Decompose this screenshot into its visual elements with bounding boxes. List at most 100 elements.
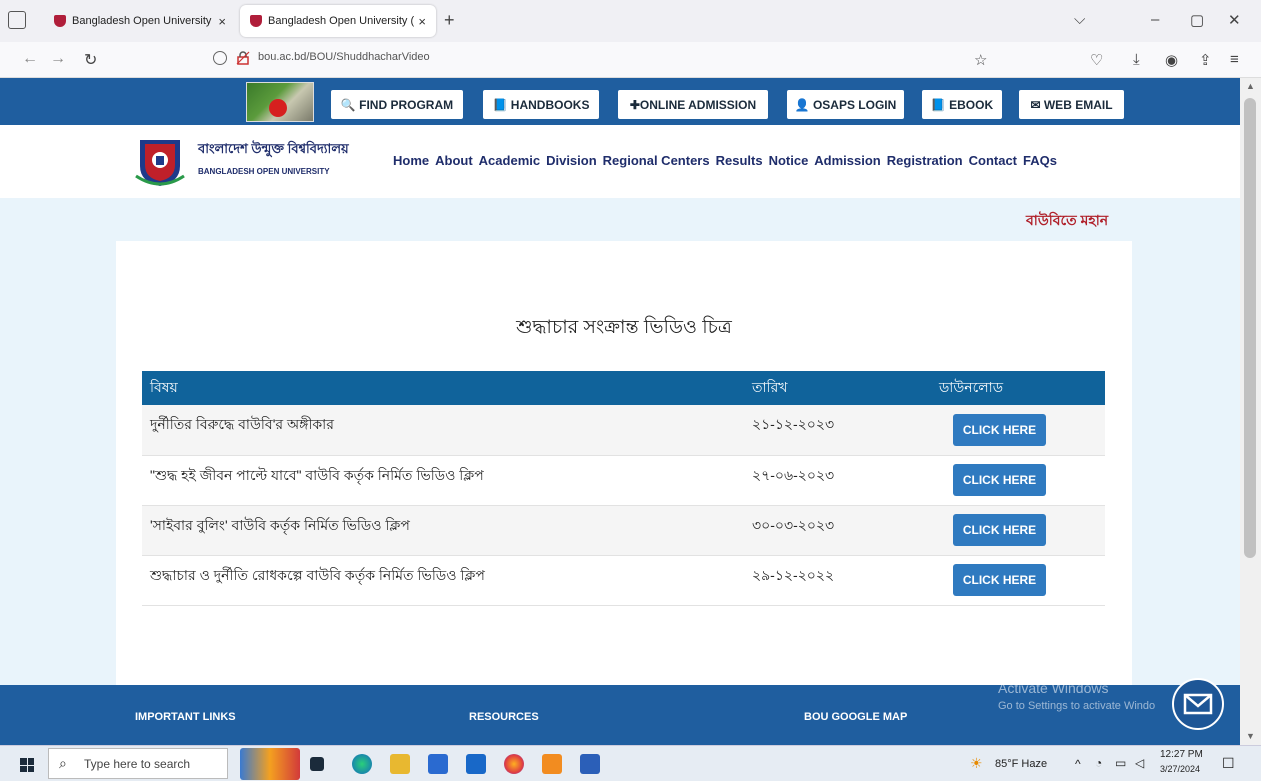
close-tab-icon[interactable]: × [218,14,226,29]
minimize-icon[interactable]: – [1151,11,1159,28]
ebook-button[interactable]: 📘 EBOOK [922,90,1002,119]
system-tray-chevron-icon[interactable]: ^ [1075,757,1081,771]
page-title: শুদ্ধাচার সংক্রান্ত ভিডিও চিত্র [516,317,732,338]
file-explorer-icon[interactable] [390,754,410,774]
new-tab-button[interactable]: + [444,10,455,31]
scroll-up-icon[interactable]: ▲ [1246,81,1255,91]
header-date: তারিখ [752,379,788,395]
find-program-button[interactable]: 🔍 FIND PROGRAM [331,90,463,119]
footer-google-map[interactable]: BOU GOOGLE MAP [804,711,907,723]
nav-notice[interactable]: Notice [769,153,809,168]
nav-registration[interactable]: Registration [887,153,963,168]
online-admission-button[interactable]: ✚ONLINE ADMISSION [618,90,768,119]
nav-division[interactable]: Division [546,153,597,168]
browser-tab-active[interactable]: Bangladesh Open University (B × [240,5,436,37]
tracking-shield-icon[interactable] [213,51,227,65]
notifications-icon[interactable]: ☐ [1222,755,1235,772]
click-here-button[interactable]: CLICK HERE [953,464,1046,496]
forward-icon[interactable]: → [50,50,66,68]
browser-tab-bar: Bangladesh Open University (B × Banglade… [0,0,1261,42]
mujib-borsho-logo [246,82,314,122]
nav-home[interactable]: Home [393,153,429,168]
site-top-bar: 🔍 FIND PROGRAM 📘 HANDBOOKS ✚ONLINE ADMIS… [0,78,1240,125]
row-date: ২১-১২-২০২৩ [752,416,835,432]
pocket-icon[interactable]: ♡ [1090,51,1103,69]
bou-logo-icon[interactable] [134,136,186,188]
taskbar-search-placeholder: Type here to search [84,757,191,771]
news-widget-icon[interactable] [240,748,300,780]
table-row: 'সাইবার বুলিং' বাউবি কর্তৃক নির্মিত ভিডি… [142,505,1105,555]
nav-results[interactable]: Results [716,153,763,168]
download-icon[interactable]: ⤓ [1133,51,1140,68]
row-subject: দুর্নীতির বিরুদ্ধে বাউবি'র অঙ্গীকার [150,416,334,432]
table-row: শুদ্ধাচার ও দুর্নীতি রোধকল্পে বাউবি কর্ত… [142,555,1105,605]
app-icon[interactable] [542,754,562,774]
task-view-icon[interactable] [310,757,324,771]
row-date: ২৯-১২-২০২২ [752,566,835,583]
click-here-button[interactable]: CLICK HERE [953,564,1046,596]
site-header: বাংলাদেশ উন্মুক্ত বিশ্ববিদ্যালয় BANGLAD… [0,125,1240,198]
table-header-row: বিষয় তারিখ ডাউনলোড [142,371,1105,405]
extensions-icon[interactable]: ⇪ [1199,51,1212,69]
scroll-down-icon[interactable]: ▼ [1246,731,1255,741]
account-icon[interactable]: ◉ [1165,51,1178,69]
taskbar-search-box[interactable]: ⌕ Type here to search [48,748,228,779]
scrollbar-thumb[interactable] [1244,98,1256,558]
back-icon[interactable]: ← [22,50,38,68]
store-icon[interactable] [428,754,448,774]
row-date: ২৭-০৬-২০২৩ [752,466,835,483]
menu-icon[interactable]: ≡ [1230,51,1239,68]
close-tab-icon[interactable]: × [418,14,426,29]
handbooks-button[interactable]: 📘 HANDBOOKS [483,90,599,119]
osaps-login-button[interactable]: 👤 OSAPS LOGIN [787,90,904,119]
word-icon[interactable] [580,754,600,774]
video-table: বিষয় তারিখ ডাউনলোড দুর্নীতির বিরুদ্ধে ব… [142,371,1105,606]
tab-list-icon[interactable] [8,11,26,29]
url-field[interactable]: bou.ac.bd/BOU/ShuddhacharVideo [258,51,430,63]
bookmark-star-icon[interactable]: ☆ [974,51,987,69]
battery-icon[interactable]: ▭ [1115,756,1126,770]
news-marquee[interactable]: বাউবিতে মহান [1026,209,1108,233]
mail-icon[interactable] [466,754,486,774]
row-subject: "শুদ্ধ হই জীবন পাল্টে যাবে" বাউবি কর্তৃক… [150,466,484,483]
edge-icon[interactable] [352,754,372,774]
tab-overflow-chevron-icon[interactable]: ⌵ [1074,11,1085,28]
click-here-button[interactable]: CLICK HERE [953,413,1046,446]
row-download-cell: CLICK HERE [931,405,1105,455]
activate-windows-title: Activate Windows [998,680,1109,696]
nav-admission[interactable]: Admission [814,153,880,168]
page-scrollbar[interactable]: ▲ ▼ [1240,78,1261,745]
network-icon[interactable]: ◔ [1095,756,1102,770]
firefox-icon[interactable] [504,754,524,774]
clock-time[interactable]: 12:27 PM [1160,749,1203,760]
insecure-lock-icon[interactable] [236,51,250,65]
web-email-button[interactable]: ✉ WEB EMAIL [1019,90,1124,119]
nav-academic[interactable]: Academic [479,153,540,168]
footer-important-links[interactable]: IMPORTANT LINKS [135,711,236,723]
mail-chat-button[interactable] [1172,678,1224,730]
header-subject: বিষয় [150,379,178,395]
click-here-button[interactable]: CLICK HERE [953,514,1046,546]
nav-regional-centers[interactable]: Regional Centers [603,153,710,168]
browser-tab[interactable]: Bangladesh Open University (B × [44,5,236,37]
main-nav: Home About Academic Division Regional Ce… [393,153,1063,168]
reload-icon[interactable]: ↻ [84,50,97,70]
footer-resources[interactable]: RESOURCES [469,711,539,723]
content-card: শুদ্ধাচার সংক্রান্ত ভিডিও চিত্র বিষয় তা… [116,241,1132,687]
volume-icon[interactable]: ◁ [1135,756,1144,770]
header-download: ডাউনলোড [939,379,1004,395]
close-window-icon[interactable]: ✕ [1228,11,1241,29]
brand-name-english: BANGLADESH OPEN UNIVERSITY [198,167,330,176]
envelope-icon [1183,693,1213,715]
nav-about[interactable]: About [435,153,473,168]
clock-date[interactable]: 3/27/2024 [1160,764,1200,774]
weather-text[interactable]: 85°F Haze [995,758,1047,770]
maximize-icon[interactable]: ▢ [1190,11,1204,29]
row-subject: শুদ্ধাচার ও দুর্নীতি রোধকল্পে বাউবি কর্ত… [150,566,485,583]
windows-start-icon[interactable] [20,758,34,772]
table-row: দুর্নীতির বিরুদ্ধে বাউবি'র অঙ্গীকার ২১-১… [142,405,1105,455]
nav-faqs[interactable]: FAQs [1023,153,1057,168]
row-download-cell: CLICK HERE [931,455,1105,505]
nav-contact[interactable]: Contact [969,153,1017,168]
row-subject: 'সাইবার বুলিং' বাউবি কর্তৃক নির্মিত ভিডি… [150,516,410,533]
